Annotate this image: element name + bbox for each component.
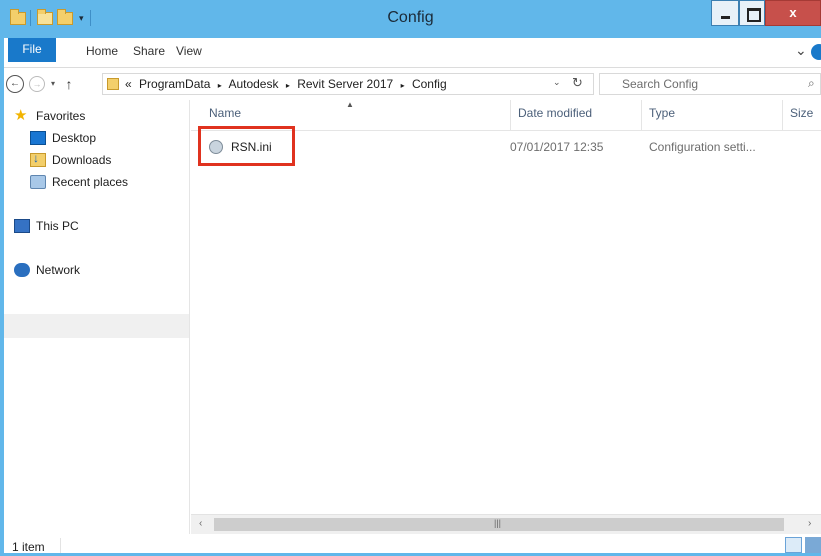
back-button[interactable]: ← bbox=[6, 75, 24, 93]
folder-icon bbox=[107, 78, 119, 90]
nav-selection-highlight bbox=[0, 314, 189, 338]
refresh-icon[interactable]: ↻ bbox=[572, 75, 583, 91]
recent-places-icon bbox=[30, 175, 46, 189]
nav-downloads-label: Downloads bbox=[52, 153, 112, 167]
breadcrumb-autodesk[interactable]: Autodesk bbox=[228, 77, 278, 91]
desktop-icon bbox=[30, 131, 46, 145]
annotation-highlight-box bbox=[198, 126, 295, 166]
scroll-right-icon[interactable]: › bbox=[808, 518, 811, 529]
nav-this-pc-label: This PC bbox=[36, 219, 79, 233]
tab-share[interactable]: Share bbox=[133, 44, 165, 58]
column-divider[interactable] bbox=[782, 100, 783, 130]
search-input[interactable]: Search Config ⌕ bbox=[599, 73, 821, 95]
help-icon[interactable] bbox=[811, 44, 821, 60]
nav-desktop[interactable]: Desktop bbox=[30, 128, 96, 148]
expand-ribbon-icon[interactable]: ⌄ bbox=[795, 42, 807, 59]
sort-ascending-icon: ▲ bbox=[346, 100, 354, 109]
address-row: ← → ▾ ↑ « ProgramData ▸ Autodesk ▸ Revit… bbox=[0, 68, 821, 100]
large-icons-view-icon[interactable] bbox=[805, 537, 821, 553]
network-icon bbox=[14, 263, 30, 277]
nav-this-pc[interactable]: This PC bbox=[14, 216, 79, 236]
breadcrumb-revit-server[interactable]: Revit Server 2017 bbox=[297, 77, 393, 91]
recent-locations-dropdown-icon[interactable]: ▾ bbox=[48, 75, 58, 93]
file-date-modified: 07/01/2017 12:35 bbox=[510, 140, 604, 154]
details-view-icon[interactable] bbox=[785, 537, 802, 553]
column-header-size[interactable]: Size bbox=[790, 106, 813, 120]
breadcrumb-separator-icon[interactable]: ▸ bbox=[286, 81, 290, 90]
column-divider[interactable] bbox=[641, 100, 642, 130]
column-divider[interactable] bbox=[510, 100, 511, 130]
nav-desktop-label: Desktop bbox=[52, 131, 97, 145]
star-icon: ★ bbox=[14, 107, 28, 124]
column-header-name[interactable]: Name bbox=[209, 106, 241, 120]
address-dropdown-icon[interactable]: ⌄ bbox=[553, 77, 561, 88]
horizontal-scrollbar[interactable]: ‹ ||| › bbox=[191, 514, 821, 534]
forward-button[interactable]: → bbox=[29, 76, 45, 92]
scrollbar-grip-icon: ||| bbox=[494, 518, 502, 528]
column-header-date-modified[interactable]: Date modified bbox=[518, 106, 592, 120]
tab-file[interactable]: File bbox=[8, 38, 56, 62]
search-icon[interactable]: ⌕ bbox=[808, 76, 815, 91]
breadcrumb-programdata[interactable]: ProgramData bbox=[139, 77, 210, 91]
minimize-button[interactable] bbox=[711, 0, 739, 26]
breadcrumb-separator-icon[interactable]: ▸ bbox=[218, 81, 222, 90]
computer-icon bbox=[14, 219, 30, 233]
breadcrumb-config[interactable]: Config bbox=[412, 77, 447, 91]
breadcrumb-separator-icon[interactable]: ▸ bbox=[401, 81, 405, 90]
maximize-button[interactable] bbox=[739, 0, 765, 26]
tab-home[interactable]: Home bbox=[86, 44, 118, 58]
nav-recent-places-label: Recent places bbox=[52, 175, 129, 189]
breadcrumb-overflow[interactable]: « bbox=[125, 77, 132, 91]
nav-favorites-label: Favorites bbox=[36, 109, 86, 123]
window-title: Config bbox=[387, 9, 434, 26]
window-border bbox=[0, 38, 4, 556]
tab-view[interactable]: View bbox=[176, 44, 202, 58]
nav-downloads[interactable]: Downloads bbox=[30, 150, 111, 170]
item-count: 1 item bbox=[12, 540, 45, 554]
status-divider bbox=[60, 538, 61, 554]
scroll-left-icon[interactable]: ‹ bbox=[199, 518, 202, 529]
close-button[interactable]: x bbox=[765, 0, 821, 26]
ribbon-tabs: File Home Share View ⌄ bbox=[0, 38, 821, 68]
file-type: Configuration setti... bbox=[649, 140, 756, 154]
column-header-type[interactable]: Type bbox=[649, 106, 675, 120]
downloads-icon bbox=[30, 151, 46, 167]
title-bar: ▾ Config x bbox=[0, 0, 821, 38]
nav-network[interactable]: Network bbox=[14, 260, 80, 280]
address-bar[interactable]: « ProgramData ▸ Autodesk ▸ Revit Server … bbox=[102, 73, 594, 95]
breadcrumb: « ProgramData ▸ Autodesk ▸ Revit Server … bbox=[125, 77, 447, 91]
nav-network-label: Network bbox=[36, 263, 81, 277]
nav-recent-places[interactable]: Recent places bbox=[30, 172, 128, 192]
up-button[interactable]: ↑ bbox=[62, 75, 76, 93]
nav-favorites[interactable]: ★ Favorites bbox=[14, 106, 85, 126]
scrollbar-thumb[interactable]: ||| bbox=[214, 518, 784, 531]
search-placeholder: Search Config bbox=[622, 77, 699, 91]
navigation-pane: ★ Favorites Desktop Downloads Recent pla… bbox=[0, 100, 190, 534]
